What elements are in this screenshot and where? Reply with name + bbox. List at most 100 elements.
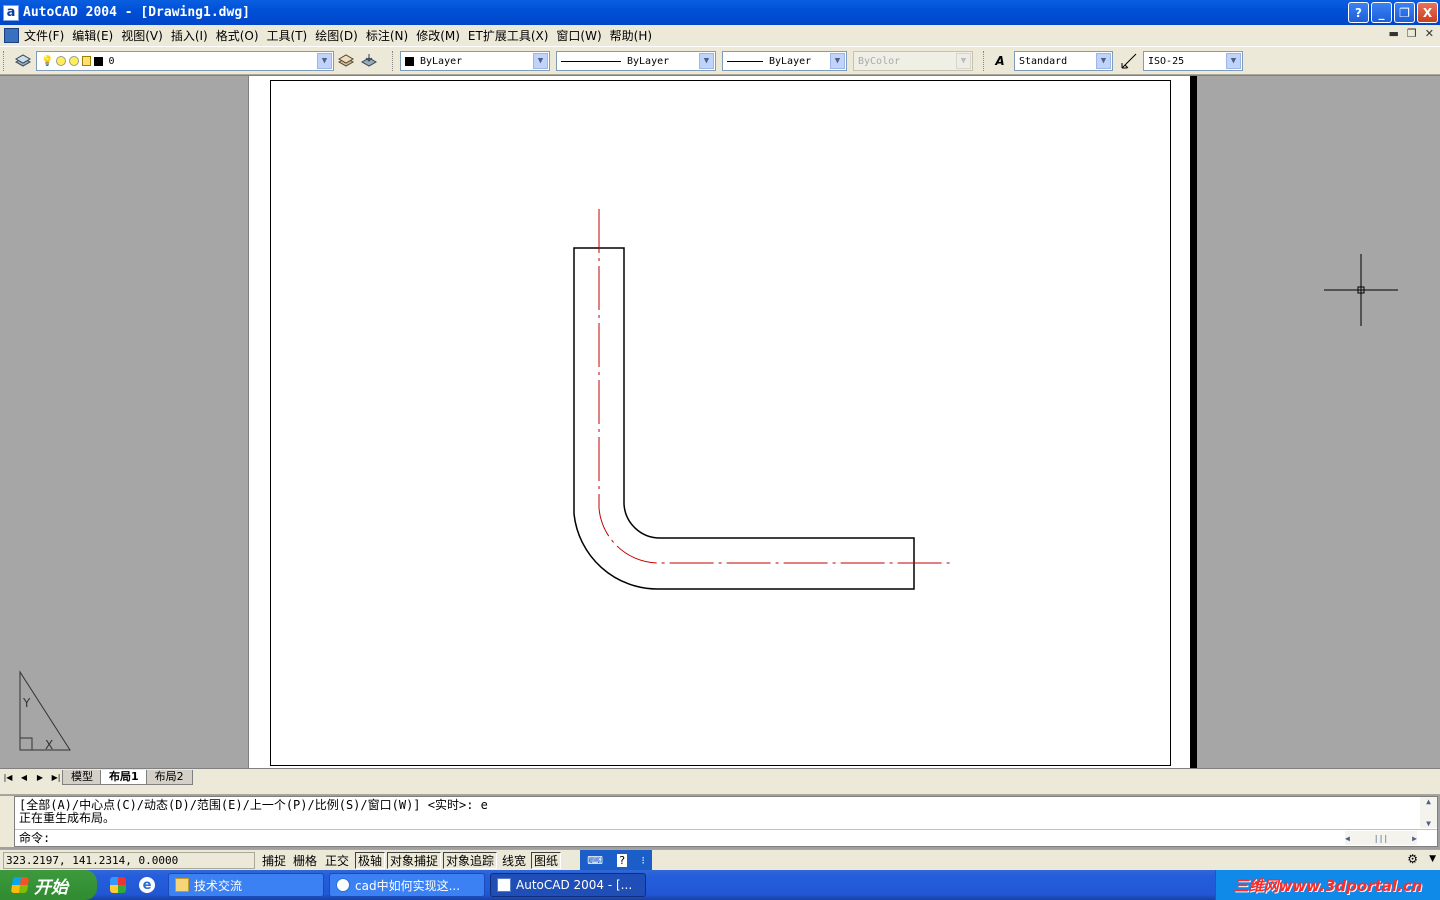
menu-modify[interactable]: 修改(M) — [416, 27, 468, 44]
show-desktop-icon[interactable] — [110, 877, 126, 893]
doc-minimize-icon[interactable]: ▬ — [1389, 27, 1399, 40]
start-button[interactable]: 开始 — [0, 870, 97, 900]
tab-model[interactable]: 模型 — [62, 769, 102, 785]
lineweight-sample — [727, 60, 763, 62]
task-browser-button[interactable]: cad中如何实现这... — [329, 873, 485, 897]
status-bar: 323.2197, 141.2314, 0.0000 捕捉 栅格 正交 极轴 对… — [0, 849, 1440, 871]
menu-dimension[interactable]: 标注(N) — [366, 27, 416, 44]
internet-explorer-icon[interactable]: e — [139, 877, 155, 893]
otrack-toggle[interactable]: 对象追踪 — [443, 852, 498, 869]
windows-taskbar: 开始 e 技术交流 cad中如何实现这... AutoCAD 2004 - [.… — [0, 870, 1440, 900]
text-style-value: Standard — [1019, 55, 1068, 67]
osnap-toggle[interactable]: 对象捕捉 — [387, 852, 442, 869]
start-label: 开始 — [34, 877, 68, 898]
command-prompt: 命令: — [19, 831, 51, 845]
dim-style-icon[interactable] — [1120, 52, 1138, 70]
task-label: AutoCAD 2004 - [... — [516, 878, 633, 892]
plotstyle-dropdown: ByColor ▼ — [853, 51, 973, 71]
pipe-centerline[interactable] — [598, 209, 952, 564]
linetype-value: ByLayer — [627, 55, 670, 67]
toolbar-grip[interactable] — [983, 51, 986, 71]
tab-layout2[interactable]: 布局2 — [145, 769, 193, 785]
task-autocad-button[interactable]: AutoCAD 2004 - [... — [490, 873, 646, 897]
command-line[interactable]: 命令: ◀ ||| ▶ — [15, 829, 1437, 846]
statusbar-menu-icon[interactable]: ▼ — [1429, 854, 1436, 864]
layer-lock-icon — [82, 56, 92, 66]
layer-dropdown[interactable]: 💡 0 ▼ — [36, 51, 334, 71]
command-splitter[interactable] — [0, 785, 1440, 795]
menu-format[interactable]: 格式(O) — [216, 27, 267, 44]
paper-shadow — [1190, 76, 1197, 769]
scroll-left-icon[interactable]: ◀ — [1345, 834, 1350, 843]
l-shaped-pipe-drawing — [573, 209, 952, 590]
menu-file[interactable]: 文件(F) — [24, 27, 72, 44]
help-button[interactable]: ? — [1348, 2, 1369, 23]
chevron-down-icon[interactable]: ▼ — [699, 53, 714, 69]
command-hscrollbar[interactable]: ◀ ||| ▶ — [1345, 831, 1417, 845]
menu-help[interactable]: 帮助(H) — [610, 27, 660, 44]
ortho-toggle[interactable]: 正交 — [322, 852, 353, 869]
grid-toggle[interactable]: 栅格 — [290, 852, 321, 869]
doc-restore-icon[interactable]: ❐ — [1407, 27, 1417, 40]
pipe-outline[interactable] — [573, 247, 915, 590]
comm-center-icon[interactable]: ⚙ — [1407, 852, 1418, 866]
menu-edit[interactable]: 编辑(E) — [72, 27, 121, 44]
chevron-down-icon[interactable]: ▼ — [830, 53, 845, 69]
maximize-button[interactable]: ❐ — [1394, 2, 1415, 23]
color-dropdown[interactable]: ByLayer ▼ — [400, 51, 550, 71]
menu-view[interactable]: 视图(V) — [121, 27, 171, 44]
windows-flag-icon — [10, 877, 30, 893]
close-button[interactable]: X — [1417, 2, 1438, 23]
menu-express-tools[interactable]: ET扩展工具(X) — [468, 27, 557, 44]
menu-draw[interactable]: 绘图(D) — [315, 27, 366, 44]
command-scrollbar[interactable]: ▲ ▼ — [1420, 797, 1437, 828]
command-window[interactable]: [全部(A)/中心点(C)/动态(D)/范围(E)/上一个(P)/比例(S)/窗… — [14, 796, 1438, 847]
lineweight-toggle[interactable]: 线宽 — [499, 852, 530, 869]
drawing-canvas[interactable]: Y X — [0, 75, 1440, 769]
next-tab-icon[interactable]: ▶ — [32, 770, 48, 785]
text-style-dropdown[interactable]: Standard ▼ — [1014, 51, 1113, 71]
autocad-app-icon[interactable]: a — [3, 4, 19, 21]
chevron-down-icon[interactable]: ▼ — [1096, 53, 1111, 69]
chevron-down-icon[interactable]: ▼ — [533, 53, 548, 69]
doc-close-icon[interactable]: ✕ — [1425, 27, 1434, 40]
keyboard-icon[interactable]: ⌨ — [587, 854, 603, 867]
menu-window[interactable]: 窗口(W) — [556, 27, 609, 44]
layer-manager-icon[interactable] — [14, 52, 32, 70]
properties-toolbar: 💡 0 ▼ ByLayer ▼ ByLayer ▼ ByLayer ▼ ByCo… — [0, 46, 1440, 75]
paper-toggle[interactable]: 图纸 — [531, 852, 562, 869]
coordinate-readout[interactable]: 323.2197, 141.2314, 0.0000 — [3, 852, 255, 869]
chevron-down-icon[interactable]: ▼ — [317, 53, 332, 69]
make-current-layer-icon[interactable] — [337, 52, 355, 70]
layout-tab-bar: |◀ ◀ ▶ ▶| 模型 布局1 布局2 — [0, 768, 1440, 785]
snap-toggle[interactable]: 捕捉 — [259, 852, 290, 869]
system-tray: 三维网www.3dportal.cn — [1215, 870, 1440, 900]
dim-style-dropdown[interactable]: ISO-25 ▼ — [1143, 51, 1243, 71]
layer-previous-icon[interactable] — [360, 52, 378, 70]
task-folder-button[interactable]: 技术交流 — [168, 873, 324, 897]
first-tab-icon[interactable]: |◀ — [0, 770, 16, 785]
toolbar-grip[interactable] — [3, 51, 6, 71]
text-style-icon[interactable]: A — [991, 52, 1009, 70]
scroll-right-icon[interactable]: ▶ — [1412, 834, 1417, 843]
toolbar-grip[interactable] — [392, 51, 395, 71]
help-icon[interactable]: ? — [617, 854, 628, 867]
minimize-button[interactable]: _ — [1371, 2, 1392, 23]
polar-toggle[interactable]: 极轴 — [355, 852, 386, 869]
tray-menu-icon[interactable]: ⁝ — [641, 854, 645, 867]
chevron-down-icon[interactable]: ▼ — [1226, 53, 1241, 69]
lineweight-dropdown[interactable]: ByLayer ▼ — [722, 51, 847, 71]
autocad-window: a AutoCAD 2004 - [Drawing1.dwg] ? _ ❐ X … — [0, 0, 1440, 900]
document-icon[interactable] — [4, 28, 19, 43]
prev-tab-icon[interactable]: ◀ — [16, 770, 32, 785]
scroll-thumb[interactable]: ||| — [1374, 834, 1388, 843]
linetype-dropdown[interactable]: ByLayer ▼ — [556, 51, 716, 71]
command-window-grip[interactable] — [0, 796, 14, 847]
tab-layout1[interactable]: 布局1 — [100, 769, 148, 785]
menu-tools[interactable]: 工具(T) — [267, 27, 316, 44]
layer-viewport-freeze-icon — [69, 56, 80, 66]
plotstyle-value: ByColor — [858, 55, 901, 67]
scroll-down-icon[interactable]: ▼ — [1426, 819, 1431, 828]
menu-insert[interactable]: 插入(I) — [171, 27, 216, 44]
scroll-up-icon[interactable]: ▲ — [1426, 797, 1431, 806]
